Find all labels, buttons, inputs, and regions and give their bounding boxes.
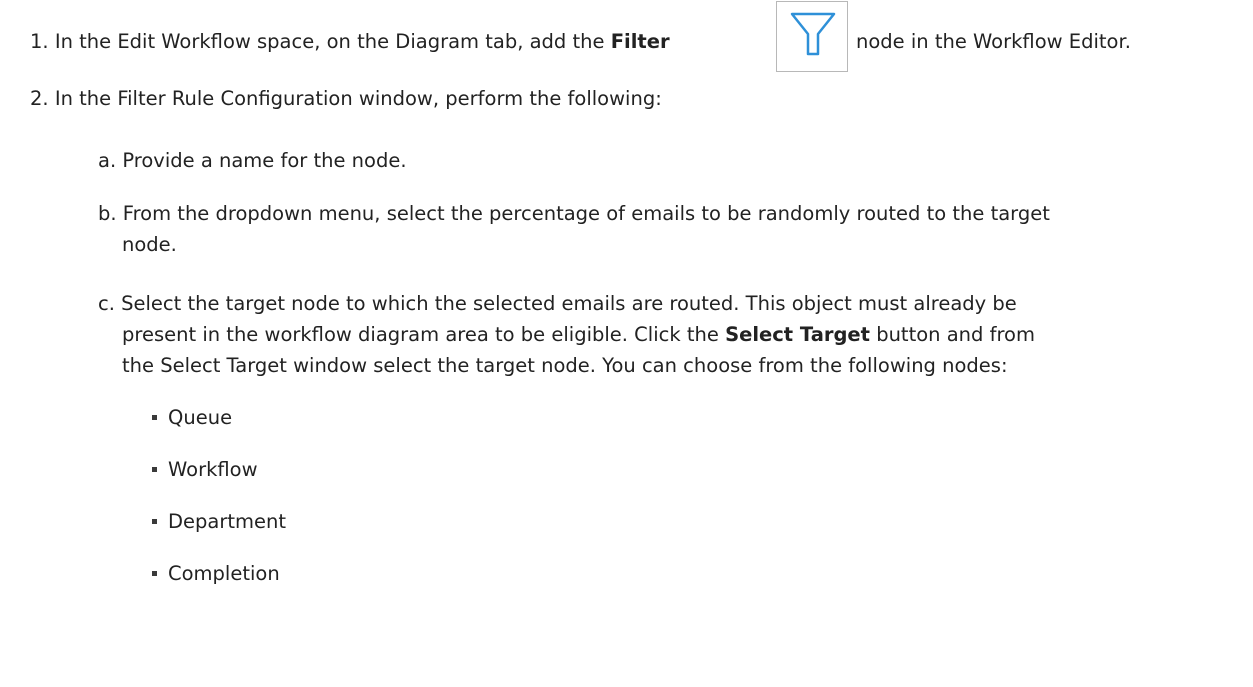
- bullet-queue-icon: [152, 415, 157, 420]
- step-2-number: 2.: [30, 87, 49, 110]
- step-2: 2. In the Filter Rule Configuration wind…: [30, 87, 662, 111]
- step-1-number: 1.: [30, 30, 49, 53]
- step-1-text-before: In the Edit Workflow space, on the Diagr…: [54, 30, 605, 53]
- node-item-queue: Queue: [168, 406, 233, 429]
- substep-b: b. From the dropdown menu, select the pe…: [98, 202, 1050, 226]
- substep-c-letter: c.: [98, 292, 115, 315]
- substep-a: a. Provide a name for the node.: [98, 149, 407, 173]
- substep-c-select-target-bold: Select Target: [725, 323, 870, 346]
- step-1-text-after: node in the Workflow Editor.: [856, 30, 1131, 53]
- step-1-continuation: node in the Workflow Editor.: [856, 30, 1131, 54]
- substep-b-letter: b.: [98, 202, 117, 225]
- filter-funnel-icon: [776, 1, 848, 72]
- substep-c-line-1: Select the target node to which the sele…: [121, 292, 1017, 315]
- step-1: 1. In the Edit Workflow space, on the Di…: [30, 30, 670, 54]
- substep-c-line-2-after: button and from: [876, 323, 1035, 346]
- step-2-text: In the Filter Rule Configuration window,…: [54, 87, 662, 110]
- node-item-completion: Completion: [168, 562, 280, 585]
- substep-c-line-3: the Select Target window select the targ…: [122, 354, 1008, 377]
- substep-b-line-2: node.: [122, 233, 177, 256]
- substep-a-letter: a.: [98, 149, 117, 172]
- substep-c-line-2: present in the workflow diagram area to …: [122, 323, 1035, 347]
- bullet-completion-icon: [152, 571, 157, 576]
- substep-b-line-1: From the dropdown menu, select the perce…: [122, 202, 1050, 225]
- substep-c-line-2-before: present in the workflow diagram area to …: [122, 323, 719, 346]
- substep-c: c. Select the target node to which the s…: [98, 292, 1017, 316]
- bullet-workflow-icon: [152, 467, 157, 472]
- filter-funnel-icon-svg: [790, 12, 836, 56]
- bullet-department-icon: [152, 519, 157, 524]
- node-item-department: Department: [168, 510, 286, 533]
- node-item-workflow: Workflow: [168, 458, 258, 481]
- substep-a-text: Provide a name for the node.: [122, 149, 407, 172]
- step-1-bold-filter: Filter: [610, 30, 670, 53]
